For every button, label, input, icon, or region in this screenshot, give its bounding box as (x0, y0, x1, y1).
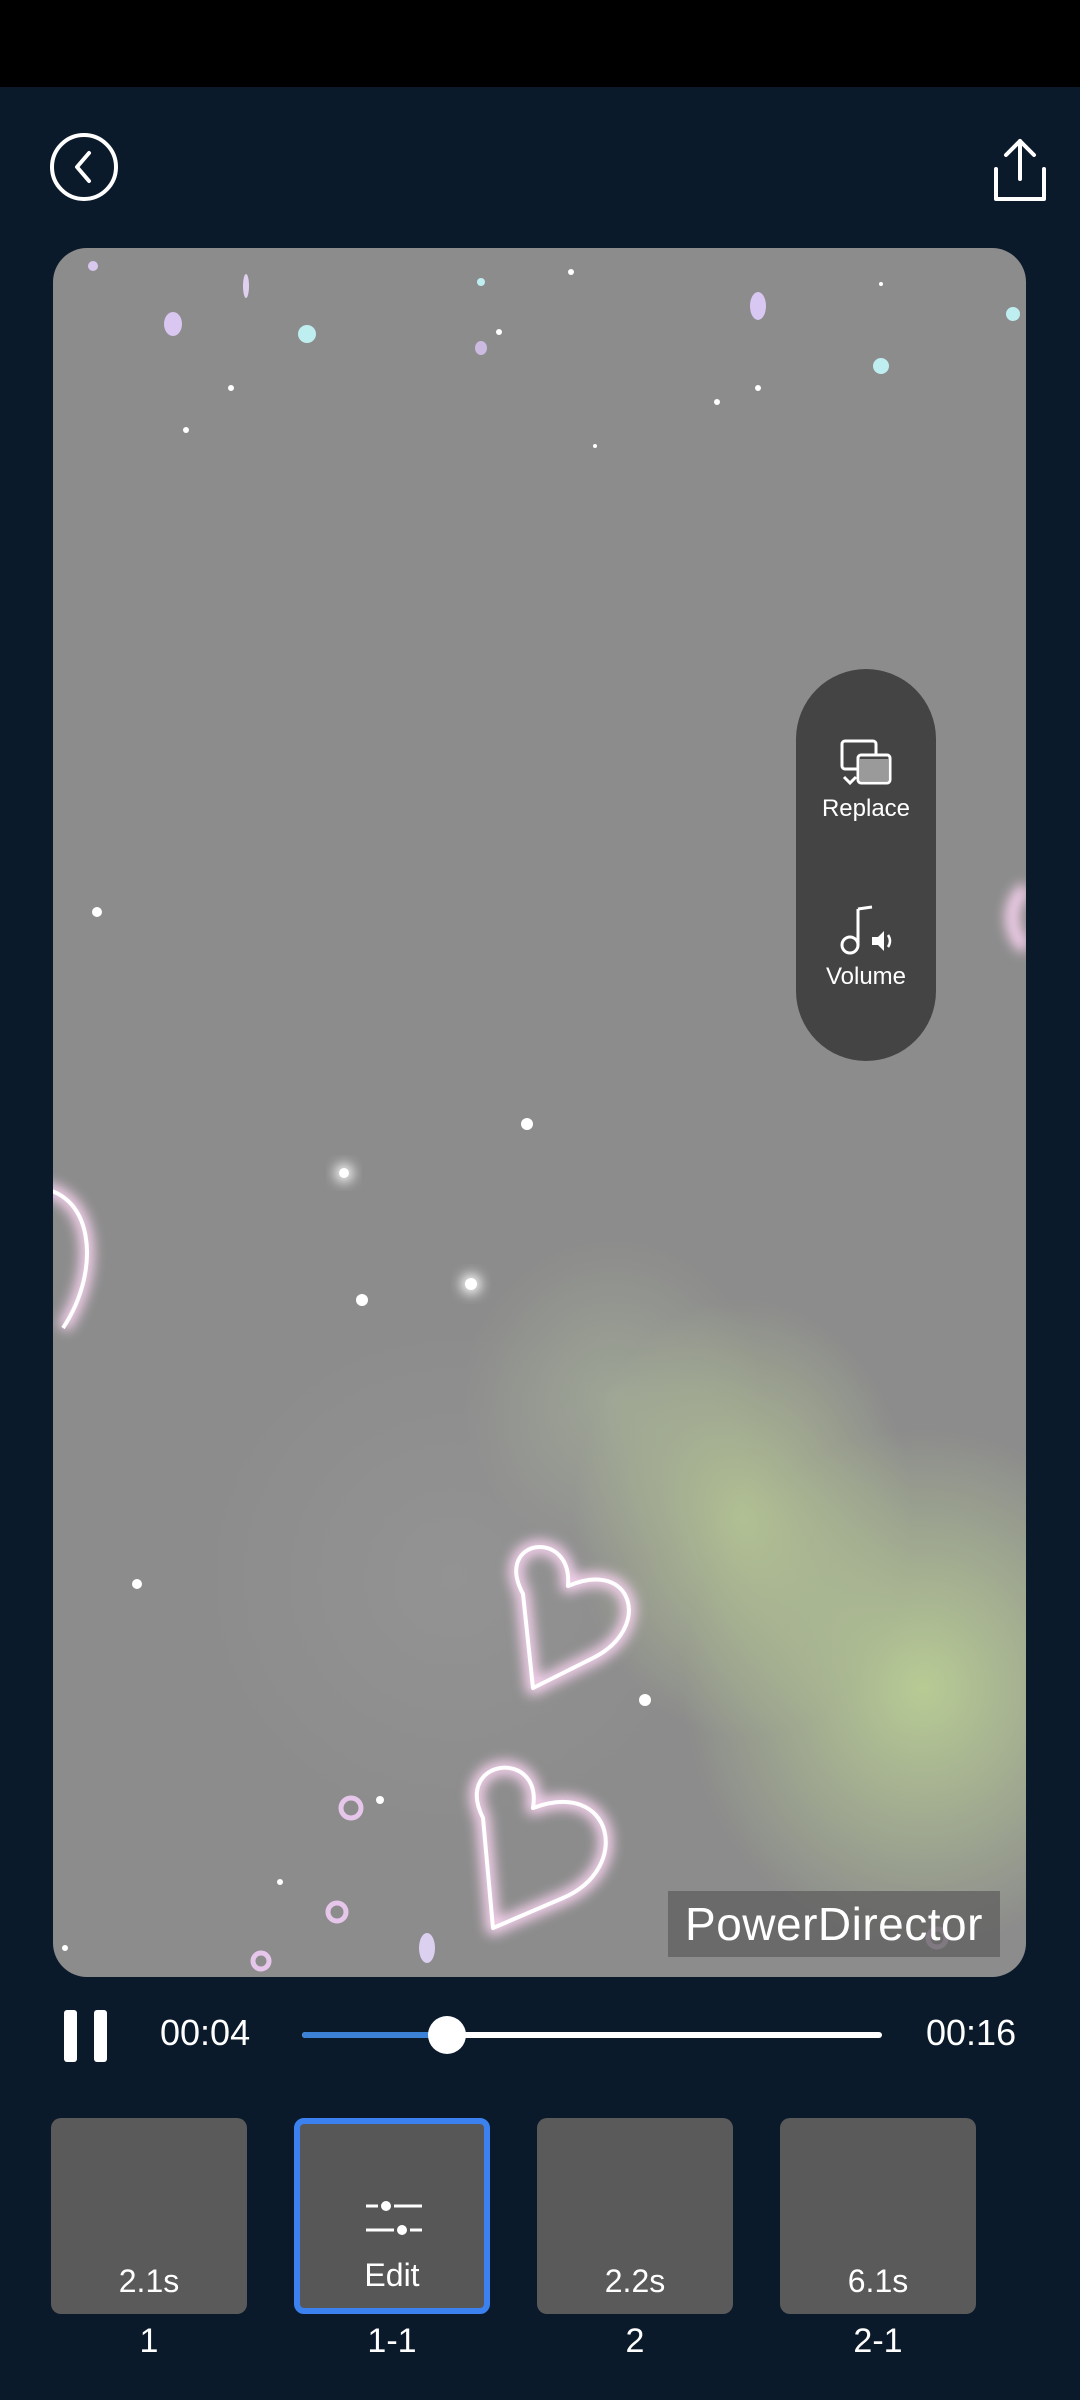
back-button[interactable] (50, 133, 118, 201)
pause-button[interactable] (64, 2010, 108, 2062)
powerdirector-watermark: PowerDirector (668, 1891, 1000, 1957)
music-volume-icon (840, 905, 892, 955)
total-time: 00:16 (926, 2012, 1017, 2053)
status-bar (0, 0, 1080, 87)
clip-timeline: 2.1s 1 Edit 1-1 2.2s 2 6.1s 2-1 (0, 2118, 1080, 2368)
clip-thumbnail-selected[interactable]: Edit (294, 2118, 490, 2314)
replace-label: Replace (821, 795, 911, 822)
share-upload-icon (994, 139, 1046, 201)
pause-icon (64, 2010, 77, 2062)
seek-bar-thumb[interactable] (428, 2016, 466, 2054)
current-time: 00:04 (160, 2012, 251, 2053)
playback-controls: 00:04 00:16 (0, 1990, 1080, 2078)
replace-button[interactable]: Replace (796, 737, 936, 823)
clip-duration: 2.2s (604, 2263, 666, 2299)
top-bar (0, 87, 1080, 247)
volume-button[interactable]: Volume (796, 903, 936, 991)
volume-label: Volume (825, 963, 907, 990)
clip-number: 2-1 (853, 2322, 903, 2360)
video-frame-art (53, 261, 1026, 1972)
clip-number: 1-1 (367, 2322, 417, 2360)
chevron-left-icon (75, 151, 91, 183)
clip-item[interactable]: 6.1s 2-1 (780, 2118, 976, 2361)
clip-duration: 6.1s (847, 2263, 909, 2299)
video-preview[interactable]: PowerDirector (53, 248, 1026, 1977)
replace-icon (840, 739, 892, 786)
clip-number: 1 (139, 2322, 159, 2360)
clip-item[interactable]: 2.1s 1 (51, 2118, 247, 2361)
clip-side-menu: Replace Volume (796, 669, 936, 1061)
edit-label: Edit (364, 2257, 420, 2293)
seek-bar-progress (302, 2032, 447, 2038)
clip-thumbnail[interactable]: 2.2s (537, 2118, 733, 2314)
clip-number: 2 (625, 2322, 645, 2360)
seek-bar[interactable] (302, 2016, 882, 2054)
clip-item-selected[interactable]: Edit 1-1 (294, 2118, 490, 2361)
clip-item[interactable]: 2.2s 2 (537, 2118, 733, 2361)
clip-thumbnail[interactable]: 2.1s (51, 2118, 247, 2314)
adjust-sliders-icon (366, 2201, 422, 2235)
share-button[interactable] (990, 137, 1050, 203)
clip-duration: 2.1s (118, 2263, 180, 2299)
clip-thumbnail[interactable]: 6.1s (780, 2118, 976, 2314)
